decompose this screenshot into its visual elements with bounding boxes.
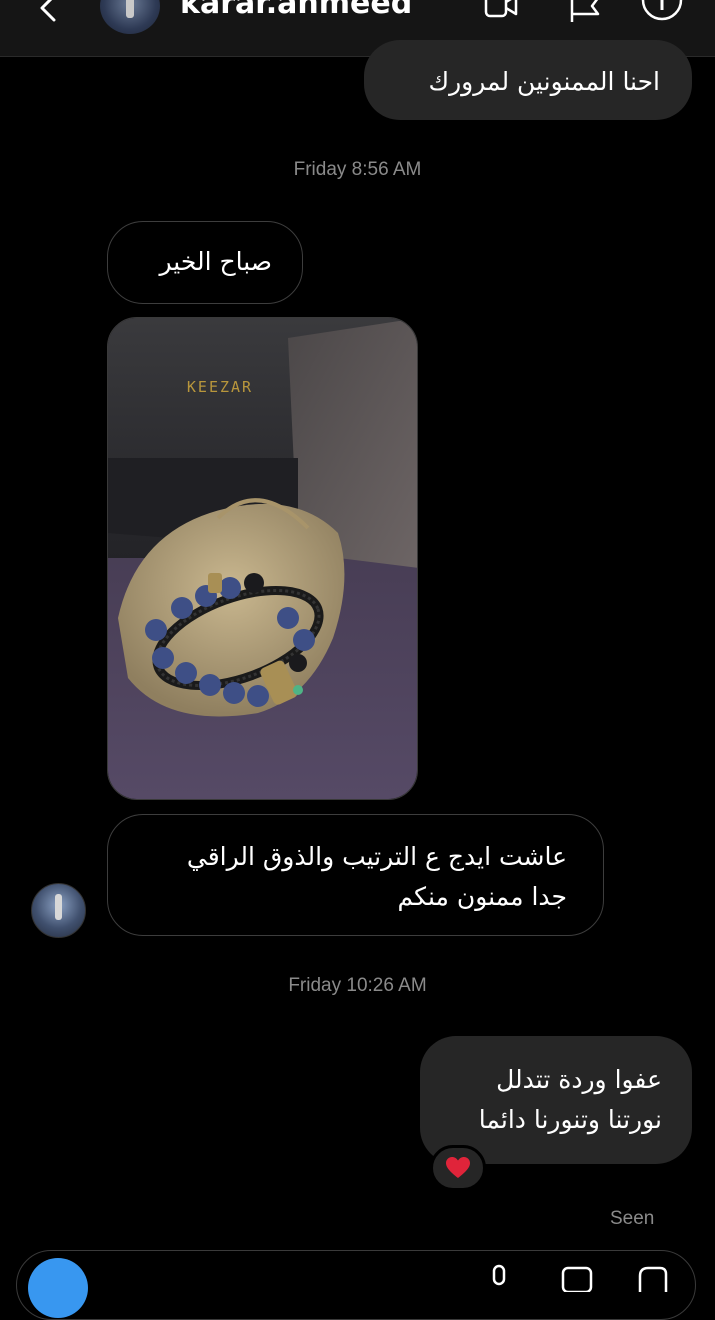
message-text: جدا ممنون منكم [397, 882, 567, 911]
back-icon[interactable] [34, 0, 64, 24]
svg-text:KEEZAR: KEEZAR [187, 378, 253, 396]
seen-status: Seen [610, 1208, 655, 1229]
sender-avatar[interactable] [31, 883, 86, 938]
message-text: صباح الخير [159, 247, 272, 276]
sticker-icon[interactable] [636, 1262, 670, 1292]
message-text: عاشت ايدج ع الترتيب والذوق الراقي [186, 842, 567, 871]
video-call-icon[interactable] [484, 0, 518, 24]
timestamp: Friday 8:56 AM [293, 159, 422, 180]
mic-icon[interactable] [484, 1262, 514, 1292]
received-photo[interactable]: KEEZAR [107, 317, 418, 800]
message-text: احنا الممنونين لمرورك [428, 67, 660, 96]
message-composer[interactable] [16, 1250, 696, 1320]
camera-icon[interactable] [28, 1258, 88, 1318]
header-avatar[interactable] [100, 0, 160, 34]
heart-reaction[interactable] [430, 1145, 486, 1191]
heart-icon [446, 1157, 470, 1178]
flag-icon[interactable] [568, 0, 602, 24]
message-text: نورتنا وتنورنا دائما [478, 1105, 662, 1134]
header-username[interactable]: karar.ahmeed [180, 0, 412, 21]
sent-message[interactable]: احنا الممنونين لمرورك [364, 40, 692, 120]
received-message[interactable]: صباح الخير [107, 221, 303, 304]
message-text: عفوا وردة تتدلل [496, 1065, 662, 1094]
timestamp: Friday 10:26 AM [288, 975, 427, 996]
received-message[interactable]: عاشت ايدج ع الترتيب والذوق الراقي جدا مم… [107, 814, 604, 936]
info-icon[interactable] [640, 0, 684, 24]
gallery-icon[interactable] [560, 1262, 594, 1292]
